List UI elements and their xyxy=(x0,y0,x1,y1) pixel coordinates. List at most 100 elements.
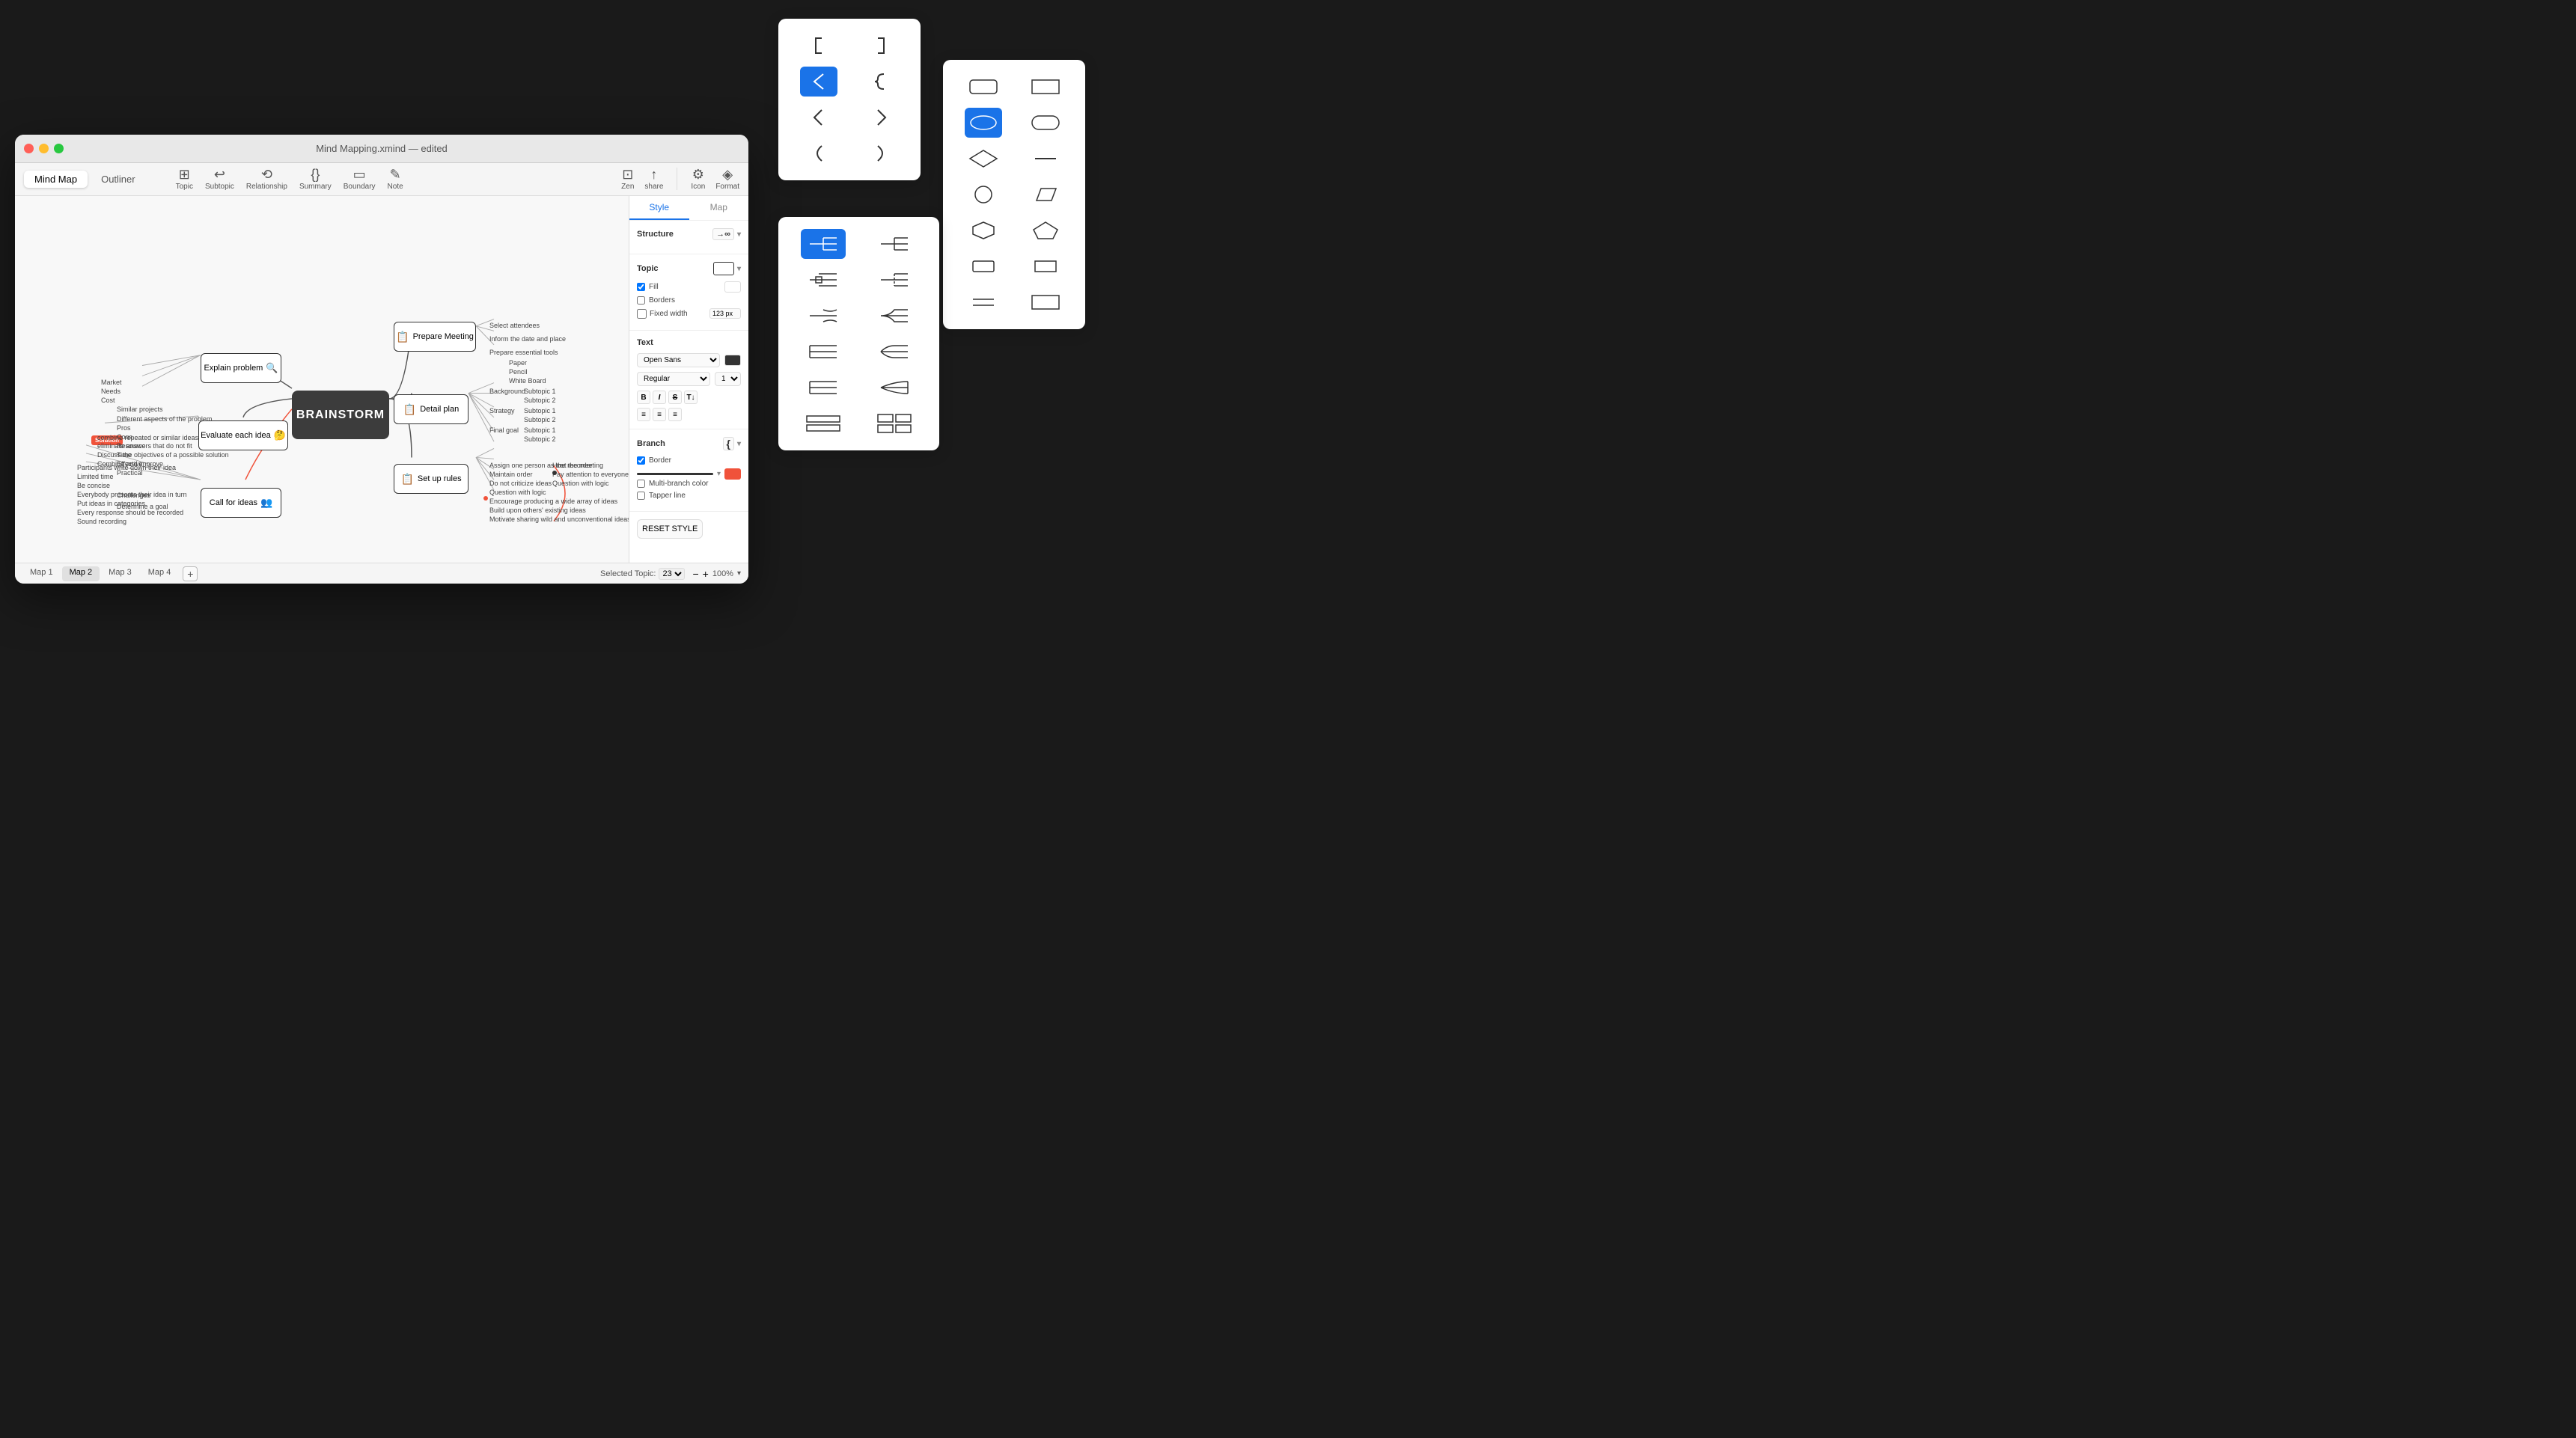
branch-border-checkbox[interactable] xyxy=(637,456,645,465)
selected-count-select[interactable]: 23 xyxy=(659,568,685,580)
branch-item-4[interactable] xyxy=(872,265,917,295)
sm-rect-item[interactable] xyxy=(965,251,1002,281)
strikethrough-button[interactable]: S xyxy=(668,391,682,404)
tapper-row: Tapper line xyxy=(637,492,741,500)
rounded-rect2-item[interactable] xyxy=(1027,108,1064,138)
map-tab[interactable]: Map xyxy=(689,196,749,220)
align-right-button[interactable]: ≡ xyxy=(668,408,682,421)
branch-item-11[interactable] xyxy=(801,409,846,438)
close-button[interactable] xyxy=(24,144,34,153)
bracket-left-item[interactable] xyxy=(800,31,837,61)
branch-item-6[interactable] xyxy=(872,301,917,331)
font-selector[interactable]: Open Sans xyxy=(637,353,720,367)
reset-style-button[interactable]: RESET STYLE xyxy=(637,519,703,539)
style-selector[interactable]: Regular xyxy=(637,372,710,386)
rect-outline-item[interactable] xyxy=(1027,287,1064,317)
rounded-rect-item[interactable] xyxy=(965,72,1002,102)
tool-subtopic[interactable]: ↩ Subtopic xyxy=(205,168,234,191)
sublabel-participants: Participants write down their idea xyxy=(77,464,176,471)
tool-zen[interactable]: ⊡ Zen xyxy=(621,168,634,191)
angle-left-item[interactable] xyxy=(800,103,837,132)
node-call-ideas[interactable]: Call for ideas 👥 xyxy=(201,488,281,518)
tab-outliner[interactable]: Outliner xyxy=(91,171,146,188)
rect-item[interactable] xyxy=(1027,72,1064,102)
map-tab-2[interactable]: Map 2 xyxy=(62,566,100,581)
branch-item-3[interactable] xyxy=(801,265,846,295)
branch-item-7[interactable] xyxy=(801,337,846,367)
branch-selector[interactable]: { ▾ xyxy=(723,437,741,450)
map-tabs: Map 1 Map 2 Map 3 Map 4 + xyxy=(22,566,198,581)
tab-mindmap[interactable]: Mind Map xyxy=(24,171,88,188)
zoom-in-button[interactable]: + xyxy=(703,568,709,580)
map-tab-3[interactable]: Map 3 xyxy=(101,566,139,581)
curved-left-item[interactable] xyxy=(800,138,837,168)
arrow-left-item[interactable] xyxy=(800,67,837,97)
map-tab-4[interactable]: Map 4 xyxy=(141,566,179,581)
align-left-button[interactable]: ≡ xyxy=(637,408,650,421)
node-setup-rules[interactable]: 📋 Set up rules xyxy=(394,464,468,494)
minimize-button[interactable] xyxy=(39,144,49,153)
branch-item-1[interactable] xyxy=(801,229,846,259)
pentagon-item[interactable] xyxy=(1027,215,1064,245)
fill-checkbox[interactable] xyxy=(637,283,645,291)
branch-item-10[interactable] xyxy=(872,373,917,403)
align-center-button[interactable]: ≡ xyxy=(653,408,666,421)
text-style-button[interactable]: T↓ xyxy=(684,391,698,404)
format-tab-btn[interactable]: ◈ Format xyxy=(715,168,739,191)
sm-rect2-item[interactable] xyxy=(1027,251,1064,281)
structure-selector[interactable]: →∞ ▾ xyxy=(712,228,741,240)
sublabel-combine: combine repeated or similar ideas xyxy=(97,434,198,441)
dash-item[interactable] xyxy=(1027,144,1064,174)
panel-tabs: Style Map xyxy=(629,196,748,221)
tapper-checkbox[interactable] xyxy=(637,492,645,500)
branch-item-5[interactable] xyxy=(801,301,846,331)
branch-item-8[interactable] xyxy=(872,337,917,367)
lines-item[interactable] xyxy=(965,287,1002,317)
curly-left-item[interactable] xyxy=(862,67,900,97)
circle-item[interactable] xyxy=(965,180,1002,209)
branch-item-2[interactable] xyxy=(872,229,917,259)
angle-right-item[interactable] xyxy=(862,103,900,132)
parallelogram-item[interactable] xyxy=(1027,180,1064,209)
central-node[interactable]: BRAINSTORM xyxy=(292,391,389,439)
branch-item-9[interactable] xyxy=(801,373,846,403)
node-prepare-meeting[interactable]: 📋 Prepare Meeting xyxy=(394,322,476,352)
selected-label: Selected Topic: xyxy=(600,569,656,578)
topic-selector[interactable]: ▾ xyxy=(713,262,741,275)
text-color-swatch[interactable] xyxy=(724,355,741,366)
node-detail-plan[interactable]: 📋 Detail plan xyxy=(394,394,468,424)
italic-button[interactable]: I xyxy=(653,391,666,404)
tool-boundary[interactable]: ▭ Boundary xyxy=(344,168,376,191)
style-tab[interactable]: Style xyxy=(629,196,689,220)
hexagon-item[interactable] xyxy=(965,215,1002,245)
branch-item-12[interactable] xyxy=(872,409,917,438)
tool-summary[interactable]: {} Summary xyxy=(299,168,332,191)
border-color-swatch[interactable] xyxy=(724,468,741,480)
tool-share[interactable]: ↑ share xyxy=(644,168,663,191)
fixed-width-input[interactable] xyxy=(709,308,741,319)
borders-checkbox[interactable] xyxy=(637,296,645,305)
zoom-dropdown-icon[interactable]: ▾ xyxy=(737,569,741,578)
diamond-item[interactable] xyxy=(965,144,1002,174)
tool-relationship[interactable]: ⟲ Relationship xyxy=(246,168,287,191)
add-map-button[interactable]: + xyxy=(183,566,198,581)
canvas-area[interactable]: BRAINSTORM 📋 Prepare Meeting 📋 Detail pl… xyxy=(15,196,629,563)
fixed-width-checkbox[interactable] xyxy=(637,309,647,319)
bracket-right-item[interactable] xyxy=(862,31,900,61)
icon-tab-btn[interactable]: ⚙ Icon xyxy=(691,168,705,191)
bold-button[interactable]: B xyxy=(637,391,650,404)
tool-topic[interactable]: ⊞ Topic xyxy=(176,168,193,191)
tool-note[interactable]: ✎ Note xyxy=(388,168,403,191)
zoom-out-button[interactable]: − xyxy=(692,568,698,580)
fill-color-swatch[interactable] xyxy=(724,281,741,293)
node-evaluate-idea[interactable]: Evaluate each idea 🤔 xyxy=(198,420,288,450)
map-tab-1[interactable]: Map 1 xyxy=(22,566,61,581)
sublabel-whiteboard: White Board xyxy=(509,377,546,385)
node-explain-problem[interactable]: Explain problem 🔍 xyxy=(201,353,281,383)
size-selector[interactable]: 11 xyxy=(715,372,741,386)
multi-branch-checkbox[interactable] xyxy=(637,480,645,488)
curved-right-item[interactable] xyxy=(862,138,900,168)
sublabel-market: Market xyxy=(101,379,122,386)
oval-item[interactable] xyxy=(965,108,1002,138)
fullscreen-button[interactable] xyxy=(54,144,64,153)
